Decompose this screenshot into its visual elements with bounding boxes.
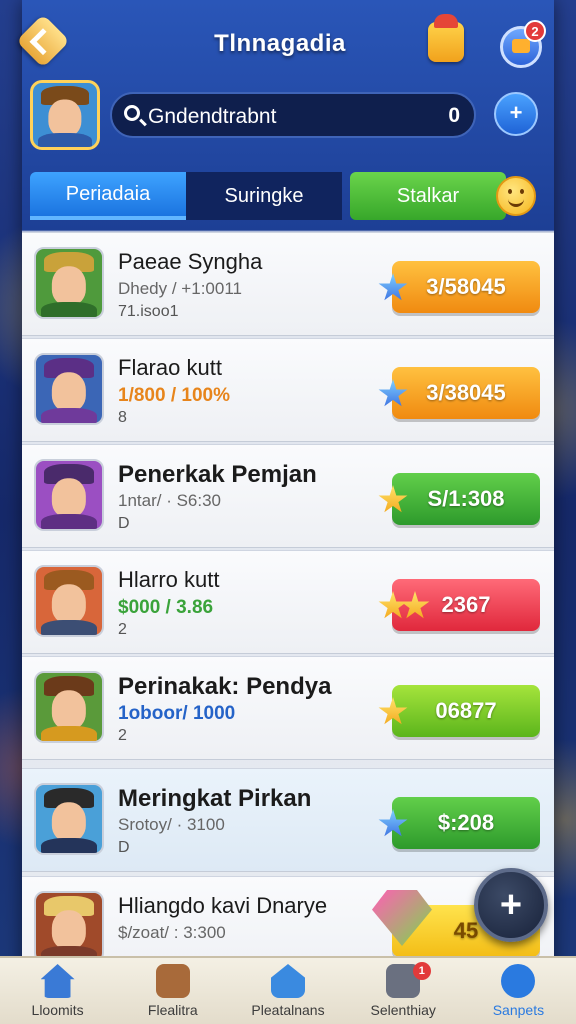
bottom-nav: Lloomits Flealitra Pleatalnans 1 Selenth… — [0, 956, 576, 1024]
player-stat: $/zoat/ : 3:300 — [118, 923, 226, 942]
list-item[interactable]: Paeae Syngha Dhedy / +1:0011 71.isoo1 3/… — [22, 232, 554, 336]
search-icon — [124, 105, 140, 121]
player-sub: D — [118, 515, 130, 532]
player-stat: Dhedy / +1:0011 — [118, 279, 242, 298]
player-avatar — [34, 783, 104, 855]
player-stat: 1oboor/ 1000 — [118, 703, 236, 724]
gift-icon[interactable] — [428, 14, 464, 62]
list-item[interactable]: Meringkat Pirkan Srotoy/ · 3100 D $:208 — [22, 768, 554, 872]
player-avatar — [34, 459, 104, 531]
nav-badge: 1 — [412, 962, 431, 980]
player-stat: Srotoy/ · 3100 — [118, 815, 225, 834]
notification-badge: 2 — [524, 20, 546, 42]
reward-button[interactable]: $:208 — [392, 797, 540, 849]
nav-item-selenthiay[interactable]: 1 Selenthiay — [346, 958, 461, 1024]
list-item[interactable]: Hlarro kutt $000 / 3.86 2 2367 — [22, 550, 554, 654]
nav-item-lloomits[interactable]: Lloomits — [0, 958, 115, 1024]
player-sub: 2 — [118, 621, 127, 638]
guild-icon — [155, 964, 190, 998]
page-title: Tlnnagadia — [214, 30, 346, 57]
add-fab-button[interactable]: + — [474, 868, 548, 942]
player-name: Hlarro kutt — [118, 567, 220, 592]
player-avatar — [34, 671, 104, 743]
player-name: Hliangdo kavi Dnarye — [118, 893, 328, 918]
player-stat: 1ntar/ · S6:30 — [118, 491, 222, 510]
player-avatar — [34, 247, 104, 319]
tab-periadaia[interactable]: Periadaia — [30, 172, 186, 220]
player-sub: 8 — [118, 409, 127, 426]
player-name: Meringkat Pirkan — [118, 785, 312, 812]
player-avatar — [34, 353, 104, 425]
reward-button[interactable]: 3/38045 — [392, 367, 540, 419]
reward-button[interactable]: 3/58045 — [392, 261, 540, 313]
search-count: 0 — [448, 104, 460, 127]
player-avatar[interactable] — [30, 80, 100, 150]
player-name: Perinakak: Pendya — [118, 673, 332, 700]
header: Tlnnagadia 2 — [0, 0, 576, 90]
player-name: Penerkak Pemjan — [118, 461, 317, 488]
player-name: Paeae Syngha — [118, 249, 263, 274]
player-sub: D — [118, 839, 130, 856]
player-stat: 1/800 / 100% — [118, 385, 230, 406]
search-text: Gndendtrabnt — [148, 105, 277, 128]
profile-icon — [501, 964, 536, 998]
back-arrow-icon[interactable] — [16, 14, 70, 68]
add-friend-button[interactable]: + — [494, 92, 538, 136]
player-avatar — [34, 565, 104, 637]
player-stat: $000 / 3.86 — [118, 597, 214, 618]
tab-stalkar[interactable]: Stalkar — [350, 172, 506, 220]
player-sub: 2 — [118, 727, 127, 744]
tab-suringke[interactable]: Suringke — [186, 172, 342, 220]
player-sub: 71.isoo1 — [118, 303, 179, 320]
player-avatar — [34, 891, 104, 963]
player-name: Flarao kutt — [118, 355, 222, 380]
reward-button[interactable]: 06877 — [392, 685, 540, 737]
list-item[interactable]: Penerkak Pemjan 1ntar/ · S6:30 D S/1:308 — [22, 444, 554, 548]
reward-button[interactable]: S/1:308 — [392, 473, 540, 525]
nav-item-flealitra[interactable]: Flealitra — [115, 958, 230, 1024]
list-item[interactable]: Perinakak: Pendya 1oboor/ 1000 2 06877 — [22, 656, 554, 760]
house-icon — [271, 964, 305, 998]
list-item[interactable]: Flarao kutt 1/800 / 100% 8 3/38045 — [22, 338, 554, 442]
search-field[interactable]: Gndendtrabnt 0 — [110, 92, 476, 138]
nav-item-pleatalnans[interactable]: Pleatalnans — [230, 958, 345, 1024]
home-icon — [40, 964, 75, 998]
smile-emoji-icon[interactable] — [496, 176, 536, 216]
nav-item-sanpets[interactable]: Sanpets — [461, 958, 576, 1024]
